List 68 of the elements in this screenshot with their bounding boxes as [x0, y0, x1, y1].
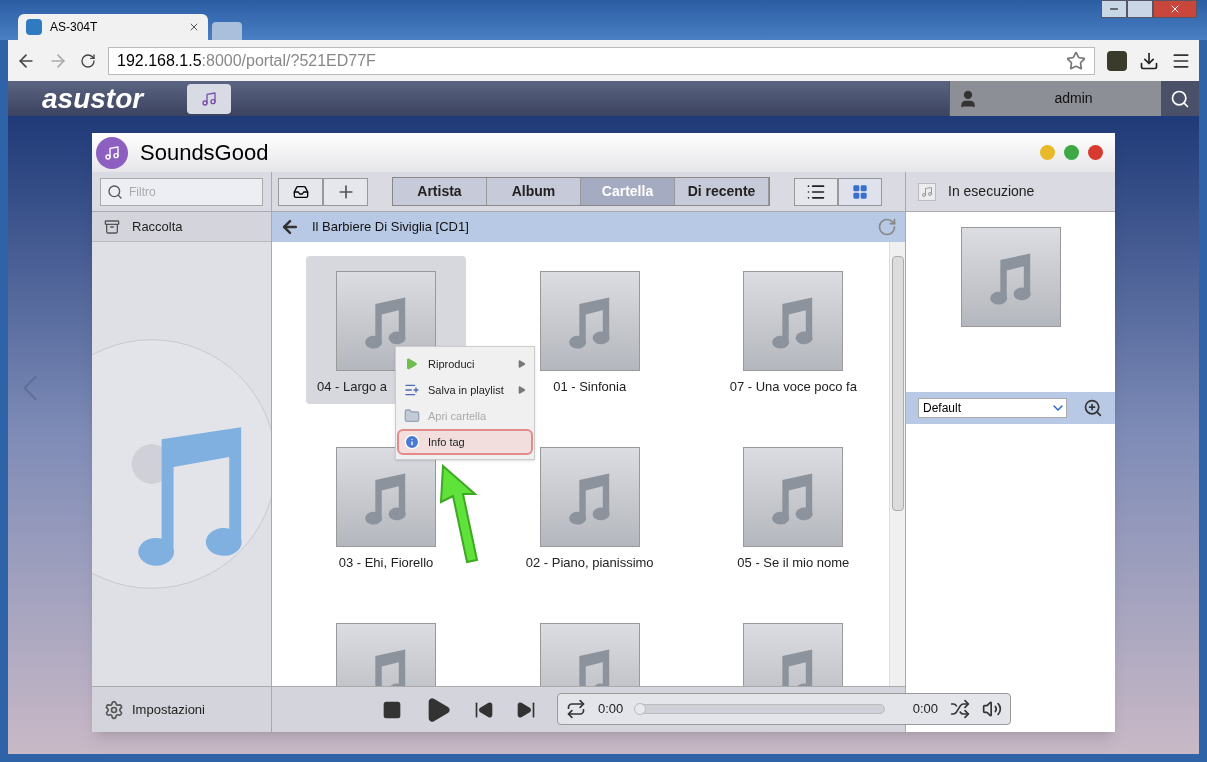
- app-shortcut[interactable]: [187, 83, 231, 114]
- track-title: 03 - Ehi, Fiorello: [338, 554, 434, 572]
- scrollbar[interactable]: [889, 242, 905, 686]
- grid-icon: [852, 183, 868, 200]
- tray-icon: [292, 183, 309, 200]
- panel-title: In esecuzione: [948, 182, 1035, 201]
- brand-logo: asustor: [42, 81, 146, 116]
- play-icon: [406, 358, 418, 370]
- extension-icon[interactable]: [1107, 50, 1127, 71]
- user-button[interactable]: admin: [949, 81, 1161, 116]
- bookmark-star-icon[interactable]: [1066, 50, 1086, 71]
- track-title: 07 - Una voce poco fa: [729, 378, 857, 396]
- menu-item[interactable]: Info tag: [397, 429, 533, 455]
- track-tile[interactable]: 05 - Se il mio nome: [713, 447, 874, 580]
- maximize-button[interactable]: [1127, 0, 1153, 18]
- total-time: 0:00: [912, 700, 938, 719]
- close-icon[interactable]: [188, 21, 200, 33]
- repeat-icon[interactable]: [566, 699, 586, 719]
- view-tab[interactable]: Artista: [393, 178, 487, 205]
- track-title: 05 - Se il mio nome: [737, 554, 850, 572]
- view-tab[interactable]: Di recente: [675, 178, 769, 205]
- close-icon: [1169, 3, 1181, 15]
- folder-icon: [404, 408, 420, 424]
- stop-button[interactable]: [382, 699, 402, 720]
- progress-thumb[interactable]: [634, 703, 647, 715]
- zoom-icon[interactable]: [1083, 398, 1103, 418]
- add-button[interactable]: [323, 177, 368, 206]
- browser-tab[interactable]: AS-304T: [18, 14, 208, 40]
- settings-label[interactable]: Impostazioni: [132, 699, 205, 720]
- submenu-caret-icon: [518, 386, 526, 394]
- music-note-icon: [201, 90, 217, 107]
- list-view-button[interactable]: [794, 177, 838, 206]
- back-icon[interactable]: [280, 217, 300, 237]
- shuffle-icon[interactable]: [950, 699, 970, 719]
- info-icon: [404, 434, 420, 450]
- music-note-icon: [104, 144, 120, 161]
- site-icon: [26, 19, 42, 35]
- download-icon[interactable]: [1139, 50, 1159, 71]
- minimize-button[interactable]: [1101, 0, 1127, 18]
- submenu-caret-icon: [518, 360, 526, 368]
- progress-track[interactable]: [635, 704, 885, 714]
- user-icon: [958, 88, 978, 109]
- reload-icon[interactable]: [80, 52, 96, 69]
- view-tab[interactable]: Album: [487, 178, 581, 205]
- sidebar-item[interactable]: Raccolta: [92, 212, 271, 242]
- save-button[interactable]: [278, 177, 323, 206]
- track-title: 04 - Largo a: [317, 378, 388, 396]
- volume-icon[interactable]: [982, 699, 1002, 719]
- grid-view-button[interactable]: [838, 177, 882, 206]
- search-icon: [107, 183, 123, 200]
- track-title: 01 - Sinfonia: [553, 378, 627, 396]
- address-text: 192.168.1.5:8000/portal/?521ED77F: [117, 50, 377, 71]
- search-icon: [1170, 88, 1190, 109]
- folder-path: Il Barbiere Di Siviglia [CD1]: [312, 218, 470, 237]
- search-button[interactable]: [1161, 81, 1199, 116]
- settings-icon[interactable]: [104, 699, 124, 720]
- maximize-button[interactable]: [1064, 145, 1079, 160]
- elapsed-time: 0:00: [598, 700, 624, 719]
- playlist-add-icon: [404, 382, 420, 398]
- address-bar[interactable]: 192.168.1.5:8000/portal/?521ED77F: [108, 46, 1095, 75]
- close-button[interactable]: [1088, 145, 1103, 160]
- search-field[interactable]: Filtro: [100, 177, 263, 206]
- track-tile[interactable]: 07 - Una voce poco fa: [713, 271, 874, 404]
- tray-icon: [104, 218, 120, 235]
- tab-title: AS-304T: [50, 19, 99, 36]
- playlist-select[interactable]: Default: [918, 398, 1068, 418]
- track-title: 02 - Piano, pianissimo: [525, 554, 654, 572]
- window-title: SoundsGood: [140, 139, 270, 167]
